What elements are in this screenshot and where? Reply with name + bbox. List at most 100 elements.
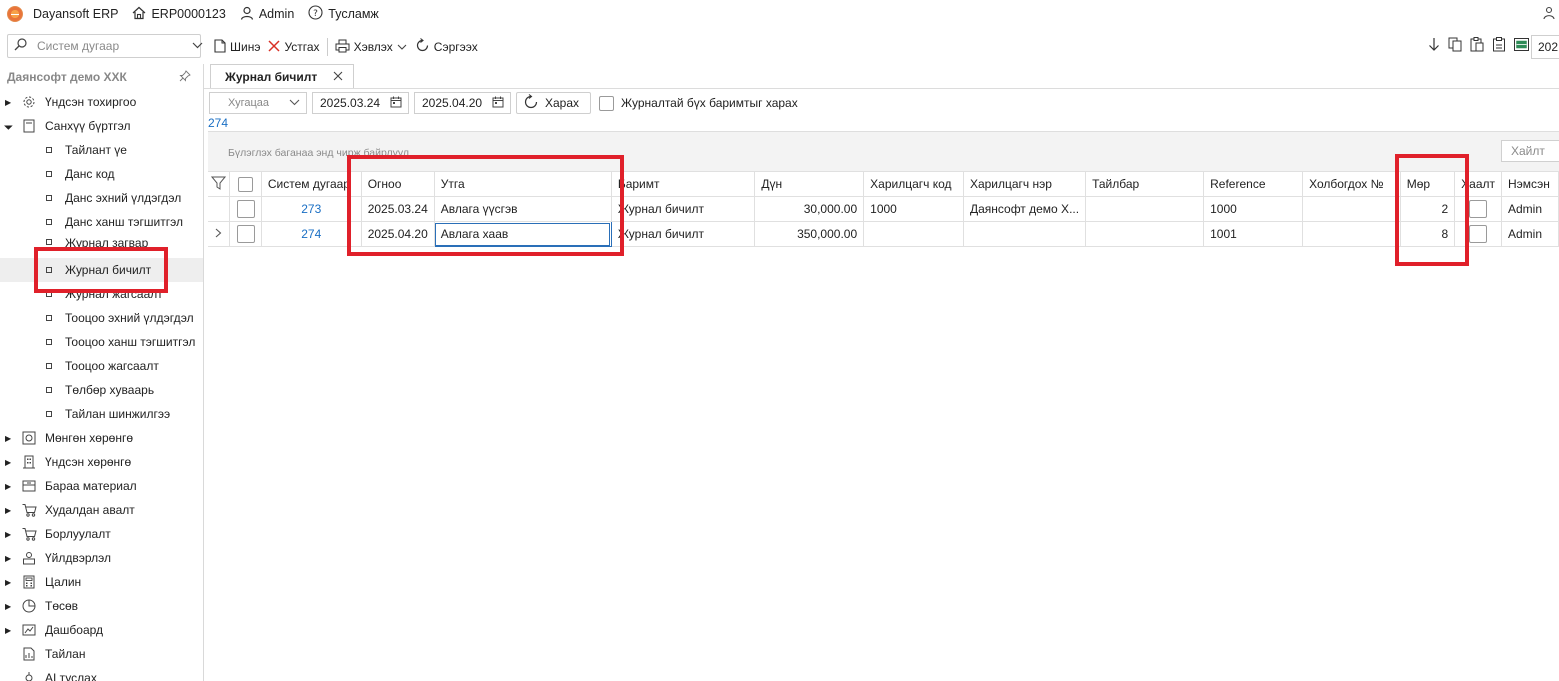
copy-icon[interactable] (1448, 37, 1462, 54)
table-row[interactable]: 274 2025.04.20 Авлага хаав Журнал бичилт… (208, 221, 1559, 247)
clipboard-icon[interactable] (1492, 37, 1506, 54)
delete-button[interactable]: Устгах (264, 39, 323, 56)
company-code-link[interactable]: ERP0000123 (132, 6, 226, 22)
expand-arrow-icon[interactable]: ▶ (5, 602, 15, 611)
column-header-amount[interactable]: Дүн (754, 171, 865, 197)
amount-cell[interactable]: 30,000.00 (754, 196, 865, 222)
paste-icon[interactable] (1470, 37, 1484, 54)
system-number-link[interactable]: 273 (261, 196, 362, 222)
expand-arrow-icon[interactable]: ▶ (5, 482, 15, 491)
sidebar-item-inventory[interactable]: ▶ Бараа материал (0, 474, 203, 498)
partner-code-cell[interactable]: 1000 (863, 196, 964, 222)
closing-checkbox[interactable] (1469, 225, 1488, 243)
reference-cell[interactable]: 1000 (1203, 196, 1304, 222)
related-number-cell[interactable] (1302, 221, 1401, 247)
collapse-arrow-icon[interactable]: ◢ (3, 119, 16, 132)
document-cell[interactable]: Журнал бичилт (611, 196, 756, 222)
new-button[interactable]: Шинэ (210, 38, 264, 56)
expand-arrow-icon[interactable]: ▶ (5, 458, 15, 467)
date-cell[interactable]: 2025.04.20 (361, 221, 435, 247)
note-cell[interactable] (1085, 221, 1205, 247)
date-from-field[interactable]: 2025.03.24 (312, 92, 409, 114)
sidebar-subitem-account-opening-balance[interactable]: Данс эхний үлдэгдэл (0, 186, 203, 210)
sidebar-item-basic-settings[interactable]: ▶ Үндсэн тохиргоо (0, 90, 203, 114)
related-number-cell[interactable] (1302, 196, 1401, 222)
document-cell[interactable]: Журнал бичилт (611, 221, 756, 247)
sidebar-item-report[interactable]: Тайлан (0, 642, 203, 666)
help-link[interactable]: ? Тусламж (308, 5, 379, 22)
filter-column-header[interactable] (208, 171, 231, 197)
note-cell[interactable] (1085, 196, 1205, 222)
expand-arrow-icon[interactable]: ▶ (5, 626, 15, 635)
print-button[interactable]: Хэвлэх (331, 39, 411, 56)
sidebar-subitem-account-code[interactable]: Данс код (0, 162, 203, 186)
sidebar-item-fixed-assets[interactable]: ▶ Үндсэн хөрөнгө (0, 450, 203, 474)
expand-arrow-icon[interactable]: ▶ (5, 506, 15, 515)
pin-icon[interactable] (179, 70, 191, 85)
sidebar-subitem-payment-schedule[interactable]: Төлбөр хуваарь (0, 378, 203, 402)
sidebar-subitem-journal-template[interactable]: Журнал загвар (0, 234, 203, 248)
system-number-input[interactable] (37, 39, 192, 53)
sidebar-item-budget[interactable]: ▶ Төсөв (0, 594, 203, 618)
period-select[interactable]: Хугацаа (209, 92, 307, 114)
sidebar-item-cash[interactable]: ▶ Мөнгөн хөрөнгө (0, 426, 203, 450)
lines-cell[interactable]: 2 (1400, 196, 1456, 222)
sidebar-subitem-settlement-opening-balance[interactable]: Тооцоо эхний үлдэгдэл (0, 306, 203, 330)
print-chevron-down-icon[interactable] (397, 40, 407, 54)
select-all-checkbox[interactable] (238, 176, 254, 192)
column-header-document[interactable]: Баримт (611, 171, 756, 197)
sidebar-item-sales[interactable]: ▶ Борлуулалт (0, 522, 203, 546)
column-header-date[interactable]: Огноо (361, 171, 435, 197)
refresh-button[interactable]: Сэргээх (411, 38, 482, 56)
column-header-system-number[interactable]: Систем дугаар (261, 171, 362, 197)
sidebar-subitem-settlement-list[interactable]: Тооцоо жагсаалт (0, 354, 203, 378)
expand-arrow-icon[interactable]: ▶ (5, 530, 15, 539)
show-all-docs-checkbox[interactable] (599, 95, 615, 111)
system-number-link[interactable]: 274 (261, 221, 362, 247)
partner-name-cell[interactable] (963, 221, 1087, 247)
sidebar-item-purchasing[interactable]: ▶ Худалдан авалт (0, 498, 203, 522)
settings-user-icon[interactable] (1543, 6, 1555, 23)
sidebar-subitem-journal-entry[interactable]: Журнал бичилт (0, 258, 203, 282)
column-header-reference[interactable]: Reference (1203, 171, 1304, 197)
sidebar-item-ai-assistant[interactable]: AI туслах (0, 666, 203, 681)
table-row[interactable]: 273 2025.03.24 Авлага үүсгэв Журнал бичи… (208, 196, 1559, 222)
sidebar-item-dashboard[interactable]: ▶ Дашбоард (0, 618, 203, 642)
calendar-icon[interactable] (492, 96, 504, 111)
column-header-closing[interactable]: Хаалт (1454, 171, 1502, 197)
sidebar-item-production[interactable]: ▶ Үйлдвэрлэл (0, 546, 203, 570)
sidebar-subitem-report-analysis[interactable]: Тайлан шинжилгээ (0, 402, 203, 426)
excel-export-icon[interactable] (1514, 38, 1529, 53)
lines-cell[interactable]: 8 (1400, 221, 1456, 247)
calendar-icon[interactable] (390, 96, 402, 111)
closing-checkbox[interactable] (1469, 200, 1488, 218)
reference-cell[interactable]: 1001 (1203, 221, 1304, 247)
column-header-related-number[interactable]: Холбогдох № (1302, 171, 1401, 197)
column-header-partner-name[interactable]: Харилцагч нэр (963, 171, 1087, 197)
arrow-down-icon[interactable] (1428, 37, 1440, 54)
filter-icon[interactable] (211, 176, 227, 193)
partner-code-cell[interactable] (863, 221, 964, 247)
sidebar-item-payroll[interactable]: ▶ Цалин (0, 570, 203, 594)
grid-search-input[interactable]: Хайлт (1501, 140, 1559, 162)
chevron-down-icon[interactable] (192, 41, 203, 52)
sidebar-subitem-journal-list[interactable]: Журнал жагсаалт (0, 282, 203, 306)
year-field[interactable]: 202 (1531, 35, 1559, 59)
column-header-lines[interactable]: Мөр (1400, 171, 1456, 197)
description-cell[interactable]: Авлага үүсгэв (434, 196, 612, 222)
expand-arrow-icon[interactable]: ▶ (5, 98, 15, 107)
select-all-header[interactable] (229, 171, 262, 197)
group-by-panel[interactable]: Бүлэглэх баганаа энд чирж байрлуул Хайлт (208, 131, 1559, 171)
sidebar-subitem-reporting-period[interactable]: Тайлант үе (0, 138, 203, 162)
date-cell[interactable]: 2025.03.24 (361, 196, 435, 222)
sidebar-subitem-settlement-rate-adjustment[interactable]: Тооцоо ханш тэгшитгэл (0, 330, 203, 354)
user-menu[interactable]: Admin (240, 6, 294, 22)
close-icon[interactable] (333, 69, 343, 84)
closing-cell[interactable] (1454, 221, 1502, 247)
view-button[interactable]: Харах (516, 92, 592, 114)
column-header-partner-code[interactable]: Харилцагч код (863, 171, 964, 197)
row-select-cell[interactable] (229, 221, 262, 247)
show-all-docs-option[interactable]: Журналтай бүх баримтыг харах (599, 95, 798, 111)
expand-arrow-icon[interactable]: ▶ (5, 554, 15, 563)
sidebar-subitem-account-rate-adjustment[interactable]: Данс ханш тэгшитгэл (0, 210, 203, 234)
